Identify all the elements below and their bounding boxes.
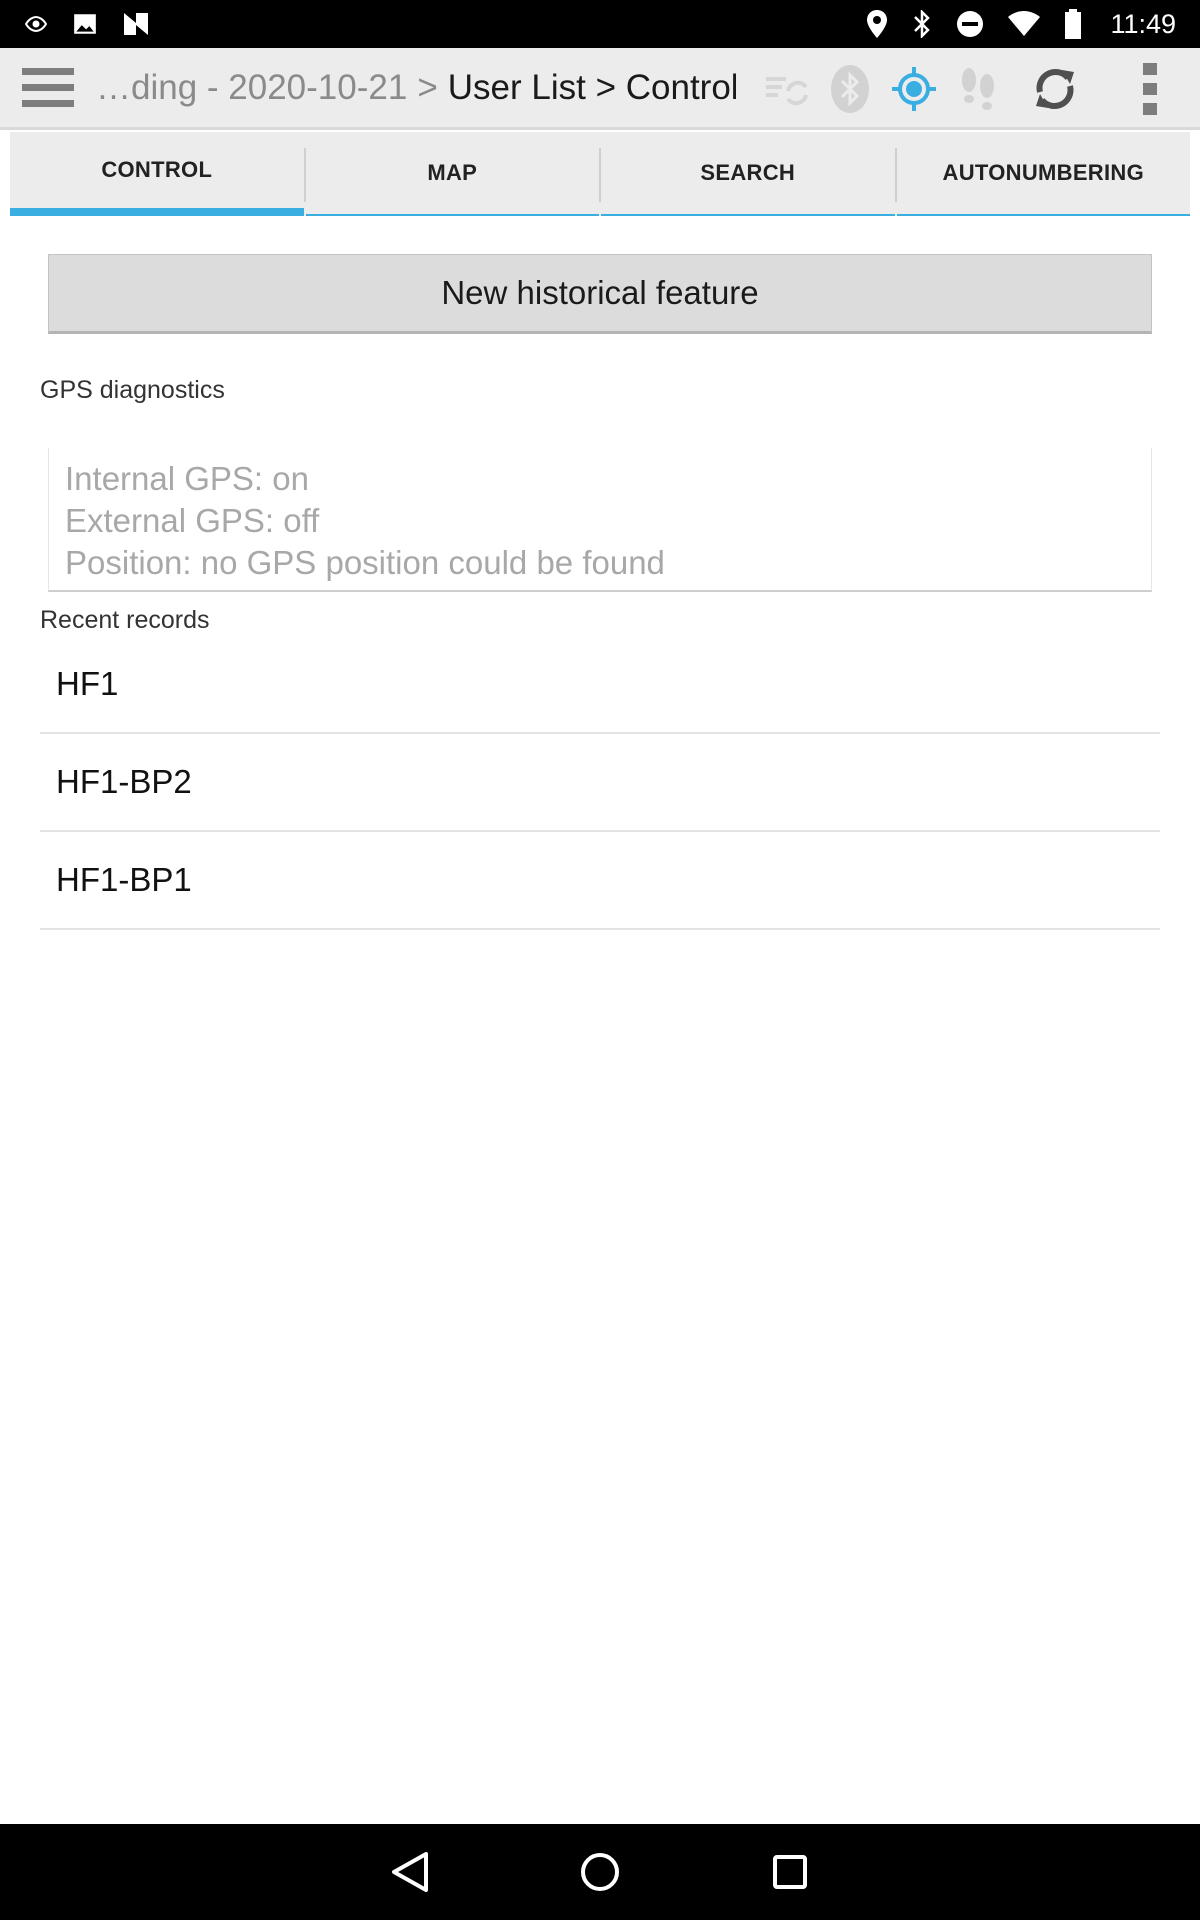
back-button[interactable]	[380, 1842, 440, 1902]
image-notification-icon	[72, 11, 98, 37]
gps-diagnostics-label: GPS diagnostics	[40, 376, 225, 404]
recents-icon	[773, 1855, 807, 1889]
bluetooth-button[interactable]	[818, 48, 882, 130]
tab-autonumbering[interactable]: AUTONUMBERING	[896, 132, 1190, 216]
breadcrumb-parent[interactable]: …ding - 2020-10-21	[96, 68, 407, 108]
refresh-icon	[1036, 69, 1074, 109]
action-icons	[754, 48, 1200, 130]
sync-status-button[interactable]	[754, 48, 818, 130]
bluetooth-icon	[912, 10, 932, 38]
tab-search[interactable]: SEARCH	[601, 132, 895, 216]
gps-button[interactable]	[882, 48, 946, 130]
new-historical-feature-button[interactable]: New historical feature	[48, 254, 1152, 334]
back-icon	[392, 1852, 428, 1892]
breadcrumb-current: User List > Control	[447, 67, 736, 107]
overflow-menu-icon	[1143, 63, 1157, 115]
track-log-button[interactable]	[946, 48, 1010, 130]
gps-diagnostics-field: Internal GPS: on External GPS: off Posit…	[48, 448, 1152, 592]
breadcrumb-separator: >	[417, 67, 438, 107]
gps-external-status: External GPS: off	[65, 502, 320, 539]
gps-internal-status: Internal GPS: on	[65, 460, 309, 497]
overflow-menu-button[interactable]	[1100, 48, 1200, 130]
refresh-button[interactable]	[1010, 48, 1100, 130]
wifi-icon	[1008, 11, 1041, 37]
tab-control[interactable]: CONTROL	[10, 132, 304, 216]
do-not-disturb-icon	[956, 10, 984, 38]
clock: 11:49	[1110, 8, 1176, 39]
recents-button[interactable]	[760, 1842, 820, 1902]
recent-records-label: Recent records	[40, 606, 210, 634]
home-icon	[581, 1853, 619, 1891]
list-item[interactable]: HF1-BP2	[40, 734, 1160, 832]
navigation-menu-button[interactable]	[0, 47, 96, 129]
action-bar: …ding - 2020-10-21 > User List > Control	[0, 48, 1200, 130]
list-item[interactable]: HF1	[40, 636, 1160, 734]
eye-notification-icon	[24, 12, 48, 36]
sync-status-icon	[766, 77, 808, 106]
footsteps-icon	[962, 68, 994, 110]
recent-records-list: HF1 HF1-BP2 HF1-BP1	[40, 636, 1160, 930]
gps-position-status: Position: no GPS position could be found	[65, 544, 665, 581]
hamburger-icon	[22, 67, 74, 107]
gps-icon	[892, 67, 936, 111]
battery-icon	[1064, 9, 1082, 39]
tab-bar: CONTROL MAP SEARCH AUTONUMBERING	[10, 132, 1190, 216]
control-panel: New historical feature GPS diagnostics I…	[10, 216, 1190, 1824]
tab-map[interactable]: MAP	[305, 132, 599, 216]
breadcrumb: …ding - 2020-10-21 > User List > Control	[96, 68, 736, 108]
bluetooth-icon	[831, 65, 869, 113]
navigation-bar	[0, 1824, 1200, 1920]
location-pin-icon	[866, 10, 888, 38]
notification-icons	[24, 11, 150, 37]
status-bar: 11:49	[0, 0, 1200, 48]
home-button[interactable]	[570, 1842, 630, 1902]
n-notification-icon	[122, 11, 150, 37]
list-item[interactable]: HF1-BP1	[40, 832, 1160, 930]
system-icons: 11:49	[866, 9, 1176, 40]
